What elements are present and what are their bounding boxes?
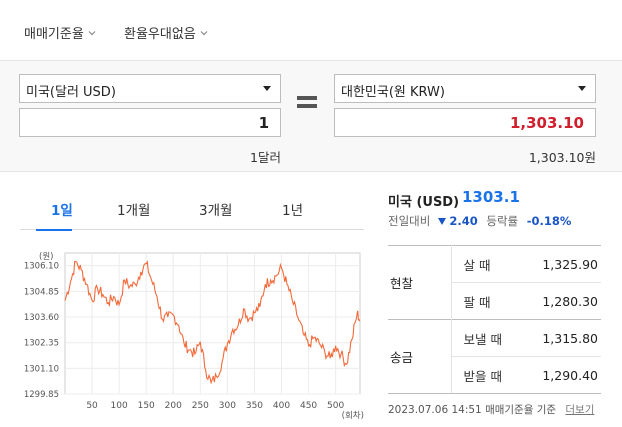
from-currency-label: 미국(달러 USD) [26,85,116,100]
y-axis-unit: (원) [39,252,53,262]
preferential-label: 환율우대없음 [124,27,196,42]
to-currency-label: 대한민국(원 KRW) [341,85,445,100]
equals-icon [297,96,317,112]
y-tick-label: 1299.85 [24,390,59,400]
tab-1year[interactable]: 1년 [282,199,303,219]
preferential-dropdown[interactable]: 환율우대없음 [124,23,209,42]
converter-panel: 매매기준율 환율우대없음 미국(달러 USD) 1 대한민국(원 KRW) 1,… [0,0,622,172]
x-tick-label: 500 [327,401,344,411]
x-tick-label: 300 [219,401,236,411]
chevron-down-icon [200,31,208,36]
change-value: 2.40 [449,214,478,228]
currency-price: 1303.1 [462,188,520,206]
x-tick-label: 400 [273,401,290,411]
to-amount-input[interactable]: 1,303.10 [334,108,596,137]
rates-table: 현찰 살 때 1,325.90 팔 때 1,280.30 송금 보낼 때 1,3… [388,245,601,394]
buy-value: 1,325.90 [521,245,601,283]
active-tab-indicator [36,229,72,231]
x-tick-label: 50 [86,401,98,411]
exchange-rate-chart: 1306.10 1304.85 1303.60 1302.35 1301.10 1299.… [24,252,364,421]
down-triangle-icon [438,218,447,225]
plot-area [64,252,361,395]
basis-label: 매매기준율 [24,27,84,42]
table-row: 송금 보낼 때 1,315.80 [388,319,601,394]
timestamp: 2023.07.06 14:51 [388,404,482,416]
send-value: 1,315.80 [521,319,601,357]
sell-value: 1,280.30 [521,282,601,320]
from-currency-select[interactable]: 미국(달러 USD) [19,74,281,103]
buy-label: 살 때 [451,245,521,283]
x-tick-label: 350 [246,401,263,411]
from-unit-text: 1달러 [250,150,281,165]
period-tabs: 1일 1개월 3개월 1년 [20,199,364,230]
rate-value: -0.18% [526,214,572,228]
transfer-category: 송금 [388,319,452,394]
rate-label: 등락률 [486,214,519,228]
table-divider [388,393,601,394]
option-bar: 매매기준율 환율우대없음 [0,0,622,61]
x-tick-label: 200 [165,401,182,411]
send-label: 보낼 때 [451,319,521,357]
x-axis-unit: (회차) [342,411,364,421]
caret-down-icon [263,86,271,91]
compare-label: 전일대비 [388,214,431,228]
receive-label: 받을 때 [451,356,521,394]
from-amount-input[interactable]: 1 [19,108,281,137]
tab-1day[interactable]: 1일 [51,199,73,219]
x-tick-label: 250 [192,401,209,411]
receive-value: 1,290.40 [521,356,601,394]
y-tick-label: 1302.35 [24,339,59,349]
caret-down-icon [578,86,586,91]
currency-name: 미국 (USD) [388,195,460,210]
tab-1month[interactable]: 1개월 [117,199,150,219]
y-tick-label: 1306.10 [24,262,59,272]
x-tick-label: 450 [300,401,317,411]
y-tick-label: 1304.85 [24,287,59,297]
x-tick-label: 100 [111,401,128,411]
cash-category: 현찰 [388,245,452,320]
x-tick-label: 150 [138,401,155,411]
y-tick-label: 1303.60 [24,313,59,323]
sell-label: 팔 때 [451,282,521,320]
to-currency-select[interactable]: 대한민국(원 KRW) [334,74,596,103]
footer: 2023.07.06 14:51 매매기준율 기준 더보기 [388,402,594,417]
chevron-down-icon [88,31,96,36]
y-tick-label: 1301.10 [24,364,59,374]
change-row: 전일대비 2.40 등락률 -0.18% [388,213,571,229]
more-link[interactable]: 더보기 [565,404,594,416]
basis-text: 매매기준율 기준 [485,404,557,416]
basis-dropdown[interactable]: 매매기준율 [24,23,97,42]
tab-3month[interactable]: 3개월 [199,199,232,219]
to-unit-text: 1,303.10원 [528,150,596,165]
table-row: 현찰 살 때 1,325.90 [388,245,601,320]
